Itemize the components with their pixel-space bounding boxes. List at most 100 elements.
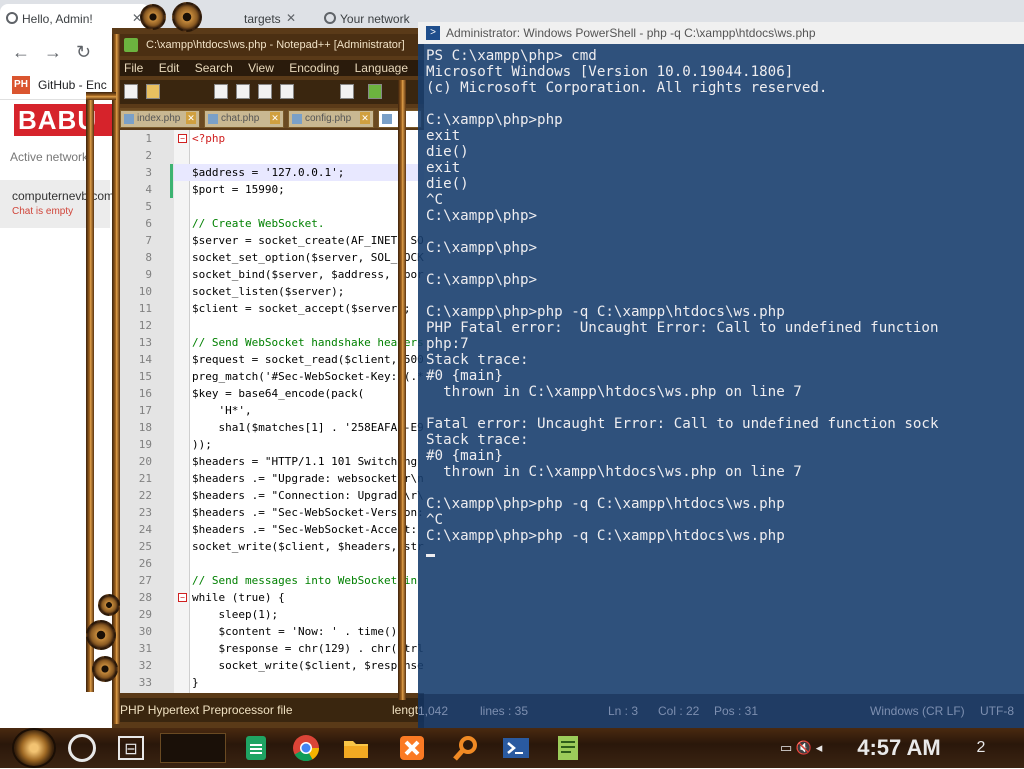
line-number: 25 xyxy=(138,540,152,553)
fold-toggle-icon[interactable]: − xyxy=(178,134,187,143)
chat-name: computernevb.com xyxy=(12,189,115,203)
taskbar-clock[interactable]: 4:57 AM xyxy=(850,732,948,764)
chat-status: Chat is empty xyxy=(12,206,74,217)
line-number: 10 xyxy=(138,285,152,298)
code-line: $content = 'Now: ' . time(); xyxy=(192,625,404,638)
code-line: $request = socket_read($client, 5000); xyxy=(192,353,424,366)
reload-icon[interactable]: ↻ xyxy=(76,42,91,63)
sheets-icon[interactable] xyxy=(240,732,272,764)
notepad-app-icon xyxy=(124,38,138,52)
back-arrow-icon[interactable]: ← xyxy=(12,42,30,63)
chevron-icon[interactable]: ◂ xyxy=(816,740,823,755)
undo-icon[interactable] xyxy=(368,84,382,99)
save-all-icon[interactable] xyxy=(236,84,250,99)
menu-view[interactable]: View xyxy=(248,61,274,75)
notepad-title-bar: C:\xampp\htdocs\ws.php - Notepad++ [Admi… xyxy=(112,34,424,56)
search-icon[interactable] xyxy=(68,734,96,762)
browser-tab-label: Your network xyxy=(340,12,410,26)
terminal-text: PS C:\xampp\php> cmd Microsoft Windows [… xyxy=(426,48,939,544)
code-line: $port = 15990; xyxy=(192,183,285,196)
print-icon[interactable] xyxy=(280,84,294,99)
file-tab-config[interactable]: config.php ✕ xyxy=(288,110,374,128)
lines-value: lines : 35 xyxy=(480,704,529,718)
site-logo[interactable]: BABU xyxy=(14,104,114,136)
menu-file[interactable]: File xyxy=(124,61,143,75)
code-line: socket_listen($server); xyxy=(192,285,345,298)
save-icon[interactable] xyxy=(214,84,228,99)
line-number: 4 xyxy=(145,183,152,196)
menu-edit[interactable]: Edit xyxy=(159,61,180,75)
taskbar-slot[interactable] xyxy=(160,733,226,763)
search-icon[interactable] xyxy=(450,732,482,764)
line-number-gutter: 1 2 3 4 5 6 7 8 9 10 11 12 13 14 15 16 17 18 19 20 21 22 23 24 2… xyxy=(120,130,174,693)
globe-icon xyxy=(6,12,18,24)
terminal-output-area[interactable]: PS C:\xampp\php> cmd Microsoft Windows [… xyxy=(418,44,1024,694)
line-number: 31 xyxy=(138,642,152,655)
start-button[interactable] xyxy=(12,728,56,768)
network-icon[interactable]: ▭ xyxy=(780,740,792,755)
line-number: 33 xyxy=(138,676,152,689)
text-cursor xyxy=(426,554,435,557)
system-tray[interactable]: ▭ 🔇 ◂ xyxy=(780,736,838,760)
notepad-icon[interactable] xyxy=(552,732,584,764)
code-line: $headers .= "Connection: Upgrade\r\n"; xyxy=(192,489,424,502)
code-line: // Send WebSocket handshake headers. xyxy=(192,336,424,349)
browser-tab-label: targets xyxy=(244,12,281,26)
task-view-icon[interactable]: ⊟ xyxy=(118,736,144,760)
forward-arrow-icon[interactable]: → xyxy=(44,42,62,63)
line-number: 6 xyxy=(145,217,152,230)
line-number: 2 xyxy=(145,149,152,162)
code-line: $headers = "HTTP/1.1 101 Switching Proto… xyxy=(192,455,424,468)
code-line: $key = base64_encode(pack( xyxy=(192,387,365,400)
line-number: 32 xyxy=(138,659,152,672)
line-number: 26 xyxy=(138,557,152,570)
gear-icon xyxy=(92,656,118,682)
folder-icon[interactable] xyxy=(340,732,372,764)
xampp-icon[interactable] xyxy=(396,732,428,764)
code-line: 'H*', xyxy=(192,404,252,417)
powershell-icon[interactable] xyxy=(500,732,532,764)
line-number: 15 xyxy=(138,370,152,383)
volume-muted-icon[interactable]: 🔇 xyxy=(796,740,812,755)
menu-search[interactable]: Search xyxy=(195,61,233,75)
line-number: 20 xyxy=(138,455,152,468)
line-number: 11 xyxy=(138,302,152,315)
close-file-icon[interactable] xyxy=(258,84,272,99)
brass-pipe xyxy=(112,34,120,724)
pos-value: Pos : 31 xyxy=(714,704,759,718)
line-number: 16 xyxy=(138,387,152,400)
code-line: $headers .= "Sec-WebSocket-Accept: $key\… xyxy=(192,523,424,536)
brass-pipe xyxy=(86,92,116,100)
line-number: 12 xyxy=(138,319,152,332)
code-line: while (true) { xyxy=(192,591,285,604)
col-value: Col : 22 xyxy=(658,704,700,718)
paste-icon[interactable] xyxy=(340,84,354,99)
file-icon xyxy=(292,114,302,124)
file-tab-chat[interactable]: chat.php ✕ xyxy=(204,110,284,128)
code-line: $address = '127.0.0.1'; xyxy=(192,166,345,179)
close-icon[interactable]: ✕ xyxy=(270,112,280,124)
file-icon xyxy=(208,114,218,124)
code-line: sleep(1); xyxy=(192,608,279,621)
open-file-icon[interactable] xyxy=(146,84,160,99)
powershell-icon: > xyxy=(426,26,440,40)
new-file-icon[interactable] xyxy=(124,84,138,99)
line-number: 23 xyxy=(138,506,152,519)
line-number: 22 xyxy=(138,489,152,502)
close-icon[interactable]: ✕ xyxy=(286,11,296,25)
bookmark-link[interactable]: GitHub - Enc xyxy=(38,78,107,92)
chrome-icon[interactable] xyxy=(290,732,322,764)
line-number: 21 xyxy=(138,472,152,485)
code-line: // Create WebSocket. xyxy=(192,217,325,230)
browser-tab-label: Hello, Admin! xyxy=(22,12,93,26)
close-icon[interactable]: ✕ xyxy=(360,112,370,124)
notepad-window: C:\xampp\htdocs\ws.php - Notepad++ [Admi… xyxy=(112,28,424,728)
code-editor[interactable]: 1 2 3 4 5 6 7 8 9 10 11 12 13 14 15 16 17 18 19 20 21 22 23 24 2… xyxy=(120,130,424,693)
fold-toggle-icon[interactable]: − xyxy=(178,593,187,602)
menu-encoding[interactable]: Encoding xyxy=(289,61,339,75)
file-tab-index[interactable]: index.php ✕ xyxy=(120,110,200,128)
taskbar: ⊟ ▭ 🔇 ◂ 4:57 AM 2 xyxy=(0,728,1024,768)
menu-language[interactable]: Language xyxy=(355,61,408,75)
notification-center-icon[interactable]: 2 xyxy=(966,734,996,762)
close-icon[interactable]: ✕ xyxy=(186,112,196,124)
